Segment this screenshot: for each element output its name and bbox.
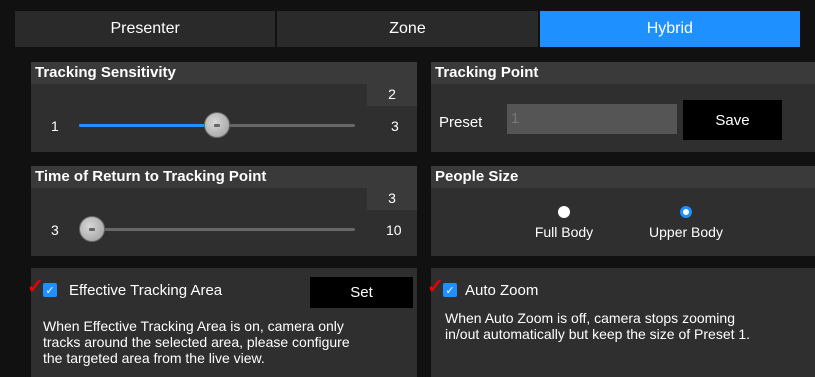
tracking-point-panel: Tracking Point Preset 1 Save: [431, 62, 815, 152]
tab-presenter[interactable]: Presenter: [14, 10, 277, 48]
preset-input[interactable]: 1: [507, 104, 677, 134]
preset-label: Preset: [439, 114, 483, 131]
red-check-mark-icon: ✓: [27, 276, 44, 298]
mode-tabs: Presenter Zone Hybrid: [14, 10, 801, 48]
tracking-sensitivity-value: 2: [367, 62, 417, 106]
tracking-point-title: Tracking Point: [431, 62, 815, 84]
people-size-panel: People Size Full Body Upper Body: [431, 166, 815, 256]
effective-area-label: Effective Tracking Area: [69, 282, 223, 299]
slider-thumb[interactable]: [79, 216, 105, 242]
set-button[interactable]: Set: [310, 277, 413, 308]
slider-max-label: 3: [391, 118, 399, 134]
return-time-panel: Time of Return to Tracking Point 3 3 10: [31, 166, 417, 256]
tab-zone[interactable]: Zone: [276, 10, 539, 48]
slider-max-label: 10: [386, 222, 402, 238]
slider-fill: [79, 124, 217, 127]
upper-body-option[interactable]: Upper Body: [641, 206, 731, 242]
radio-selected-icon[interactable]: [680, 206, 692, 218]
full-body-label: Full Body: [534, 224, 594, 240]
slider-min-label: 1: [51, 118, 59, 134]
return-time-title: Time of Return to Tracking Point: [31, 166, 417, 188]
return-time-value: 3: [367, 166, 417, 210]
auto-zoom-checkbox[interactable]: ✓: [443, 283, 457, 297]
radio-unselected-icon[interactable]: [558, 206, 570, 218]
people-size-title: People Size: [431, 166, 815, 188]
effective-area-panel: ✓ ✓ Effective Tracking Area Set When Eff…: [27, 268, 417, 377]
tracking-sensitivity-panel: Tracking Sensitivity 2 1 3: [31, 62, 417, 152]
tab-hybrid[interactable]: Hybrid: [538, 10, 801, 48]
auto-zoom-label: Auto Zoom: [465, 282, 539, 299]
save-button[interactable]: Save: [683, 100, 782, 140]
slider-track[interactable]: [79, 228, 355, 231]
auto-zoom-description: When Auto Zoom is off, camera stops zoom…: [445, 310, 751, 342]
slider-min-label: 3: [51, 222, 59, 238]
effective-area-description: When Effective Tracking Area is on, came…: [43, 318, 350, 366]
auto-zoom-panel: ✓ ✓ Auto Zoom When Auto Zoom is off, cam…: [427, 268, 815, 377]
full-body-option[interactable]: Full Body: [529, 206, 599, 242]
tracking-sensitivity-title: Tracking Sensitivity: [31, 62, 417, 84]
effective-area-checkbox[interactable]: ✓: [43, 283, 57, 297]
red-check-mark-icon: ✓: [427, 276, 444, 298]
upper-body-label: Upper Body: [649, 224, 723, 240]
slider-thumb[interactable]: [204, 112, 230, 138]
